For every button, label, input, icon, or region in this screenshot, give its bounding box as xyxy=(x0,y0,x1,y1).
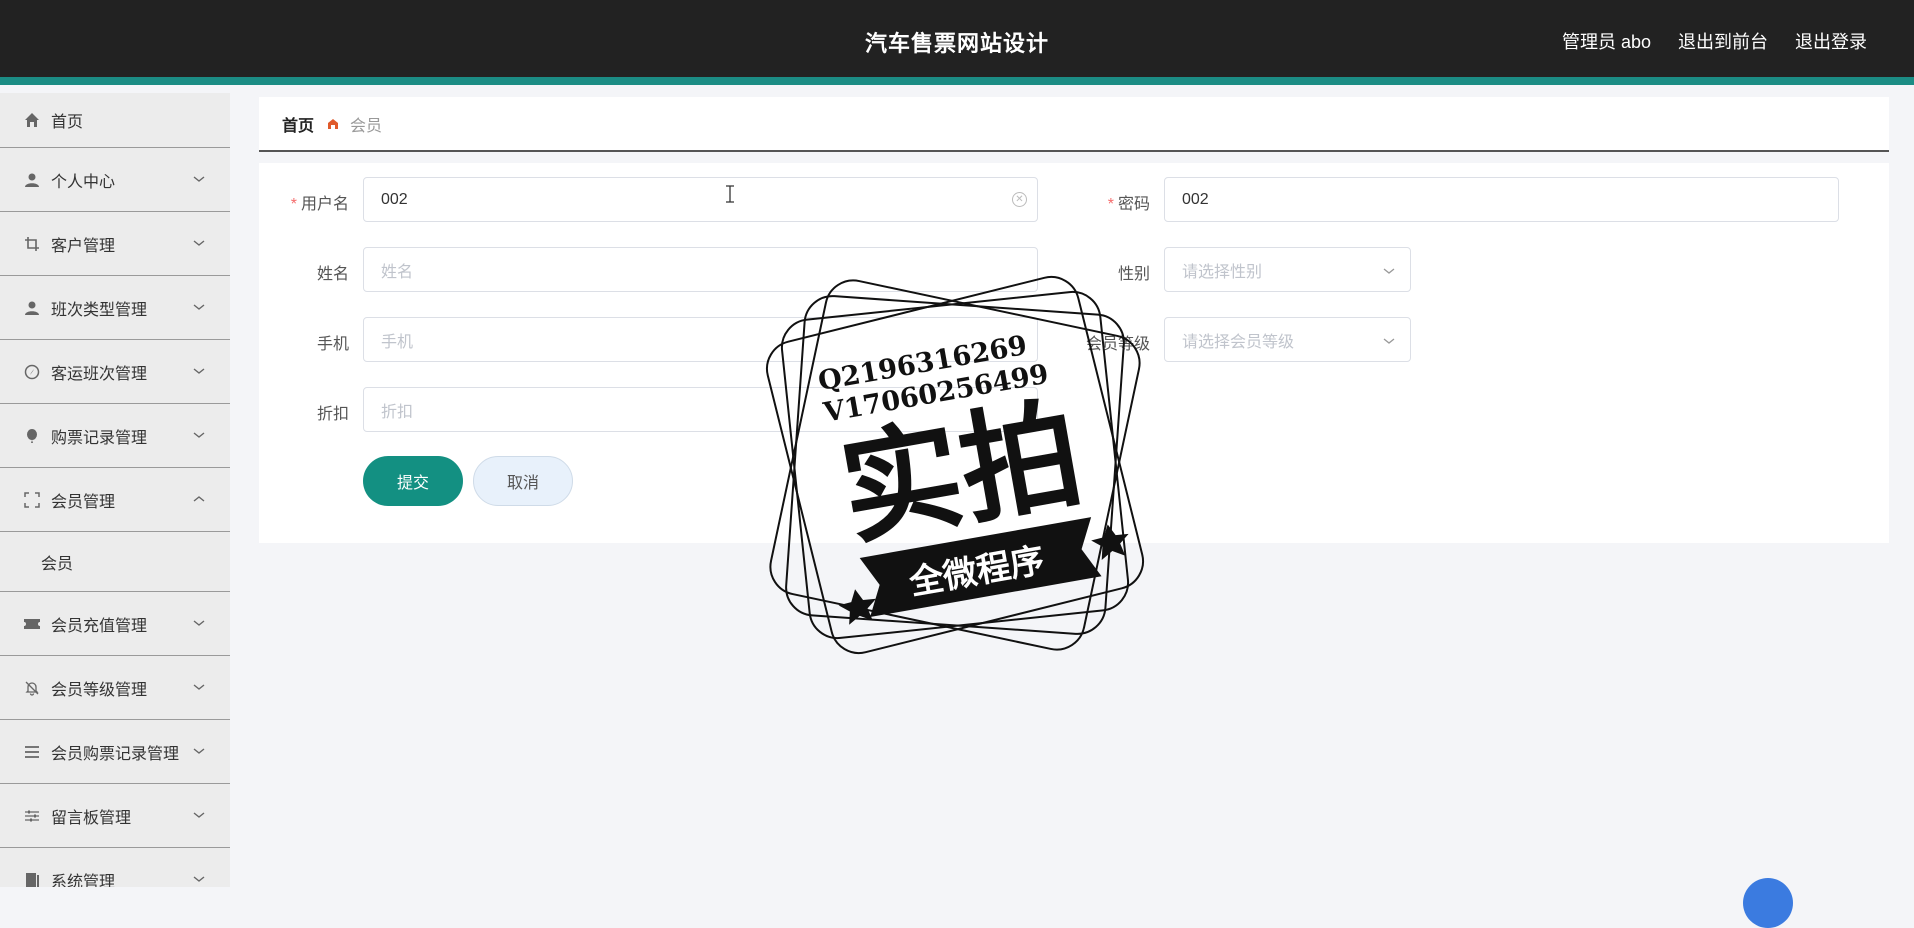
sidebar-item-personal-center[interactable]: 个人中心 xyxy=(0,148,230,212)
discount-placeholder: 折扣 xyxy=(381,403,414,421)
admin-user-label[interactable]: 管理员 abo xyxy=(1562,28,1651,54)
sidebar-item-label: 会员充值管理 xyxy=(51,617,148,635)
password-input[interactable]: 002 xyxy=(1164,177,1839,222)
chevron-down-icon xyxy=(193,619,205,626)
crop-icon xyxy=(23,235,41,253)
sidebar-item-bus-shift[interactable]: 客运班次管理 xyxy=(0,340,230,404)
balloon-icon xyxy=(23,427,41,445)
gender-placeholder: 请选择性别 xyxy=(1182,263,1263,281)
sidebar-item-member-ticket-record[interactable]: 会员购票记录管理 xyxy=(0,720,230,784)
user-icon xyxy=(23,299,41,317)
compass-icon xyxy=(23,363,41,381)
user-icon xyxy=(23,171,41,189)
ticket-icon xyxy=(23,615,41,633)
back-to-front-link[interactable]: 退出到前台 xyxy=(1678,28,1768,54)
chevron-up-icon xyxy=(193,495,205,502)
sidebar-item-system[interactable]: 系统管理 xyxy=(0,848,230,887)
sidebar-item-message-board[interactable]: 留言板管理 xyxy=(0,784,230,848)
chevron-down-icon xyxy=(193,367,205,374)
level-placeholder: 请选择会员等级 xyxy=(1182,333,1295,351)
chevron-down-icon xyxy=(193,239,205,246)
sidebar-item-label: 班次类型管理 xyxy=(51,301,148,319)
text-cursor-icon xyxy=(726,185,734,203)
discount-label: 折扣 xyxy=(316,406,349,423)
phone-placeholder: 手机 xyxy=(381,333,414,351)
chevron-down-icon xyxy=(193,875,205,882)
submit-button[interactable]: 提交 xyxy=(363,456,463,506)
top-header: 汽车售票网站设计 管理员 abo 退出到前台 退出登录 xyxy=(0,0,1914,85)
name-placeholder: 姓名 xyxy=(381,263,414,281)
sidebar-item-label: 客运班次管理 xyxy=(51,365,148,383)
sidebar-item-label: 会员管理 xyxy=(51,493,116,511)
sidebar-item-label: 首页 xyxy=(51,114,84,131)
cancel-button[interactable]: 取消 xyxy=(473,456,573,506)
chevron-down-icon xyxy=(193,811,205,818)
breadcrumb-home[interactable]: 首页 xyxy=(282,112,314,136)
sidebar-item-label: 个人中心 xyxy=(51,173,116,191)
chevron-down-icon xyxy=(193,431,205,438)
floating-help-button[interactable] xyxy=(1743,878,1793,928)
sidebar-item-member-level[interactable]: 会员等级管理 xyxy=(0,656,230,720)
chevron-down-icon xyxy=(1383,268,1395,274)
sidebar-item-home[interactable]: 首页 xyxy=(0,93,230,148)
sidebar-item-shift-type[interactable]: 班次类型管理 xyxy=(0,276,230,340)
chevron-down-icon xyxy=(193,683,205,690)
sidebar-item-label: 客户管理 xyxy=(51,237,116,255)
header-actions: 管理员 abo 退出到前台 退出登录 xyxy=(1562,28,1867,54)
username-label: * 用户名 xyxy=(290,196,349,213)
phone-label: 手机 xyxy=(316,336,349,353)
sidebar-item-member-mgmt[interactable]: 会员管理 xyxy=(0,468,230,532)
sliders-icon xyxy=(23,807,41,825)
sidebar-item-label: 系统管理 xyxy=(51,873,116,888)
breadcrumb: 首页 会员 xyxy=(259,97,1889,152)
sidebar-item-customer[interactable]: 客户管理 xyxy=(0,212,230,276)
fullscreen-icon xyxy=(23,491,41,509)
header-accent-bar xyxy=(0,77,1914,85)
breadcrumb-current: 会员 xyxy=(350,117,383,135)
sidebar-item-label: 留言板管理 xyxy=(51,809,132,827)
sidebar-item-member-recharge[interactable]: 会员充值管理 xyxy=(0,592,230,656)
sidebar-item-ticket-record[interactable]: 购票记录管理 xyxy=(0,404,230,468)
sidebar-item-label: 购票记录管理 xyxy=(51,429,148,447)
breadcrumb-separator-icon xyxy=(326,117,340,131)
chevron-down-icon xyxy=(193,747,205,754)
username-value: 002 xyxy=(381,190,408,208)
bell-off-icon xyxy=(23,679,41,697)
list-icon xyxy=(23,743,41,761)
chevron-down-icon xyxy=(193,303,205,310)
username-input[interactable]: 002 ✕ xyxy=(363,177,1038,222)
chevron-down-icon xyxy=(1383,338,1395,344)
sidebar: 首页 个人中心 客户管理 班次类型管理 客运班次管理 购票记录管理 会员管理 会… xyxy=(0,93,230,887)
clear-icon[interactable]: ✕ xyxy=(1012,192,1027,207)
sidebar-item-label: 会员购票记录管理 xyxy=(51,745,180,763)
watermark-stamp: Q2196316269 V17060256499 实拍 全微程序 xyxy=(765,275,1145,655)
password-label: * 密码 xyxy=(1107,196,1150,213)
chevron-down-icon xyxy=(193,175,205,182)
logout-link[interactable]: 退出登录 xyxy=(1795,28,1867,54)
sidebar-item-label: 会员等级管理 xyxy=(51,681,148,699)
name-label: 姓名 xyxy=(316,266,349,283)
sidebar-subitem-member[interactable]: 会员 xyxy=(0,532,230,592)
password-value: 002 xyxy=(1182,190,1209,208)
book-icon xyxy=(23,871,41,888)
home-icon xyxy=(23,111,41,129)
level-select[interactable]: 请选择会员等级 xyxy=(1164,317,1411,362)
gender-select[interactable]: 请选择性别 xyxy=(1164,247,1411,292)
